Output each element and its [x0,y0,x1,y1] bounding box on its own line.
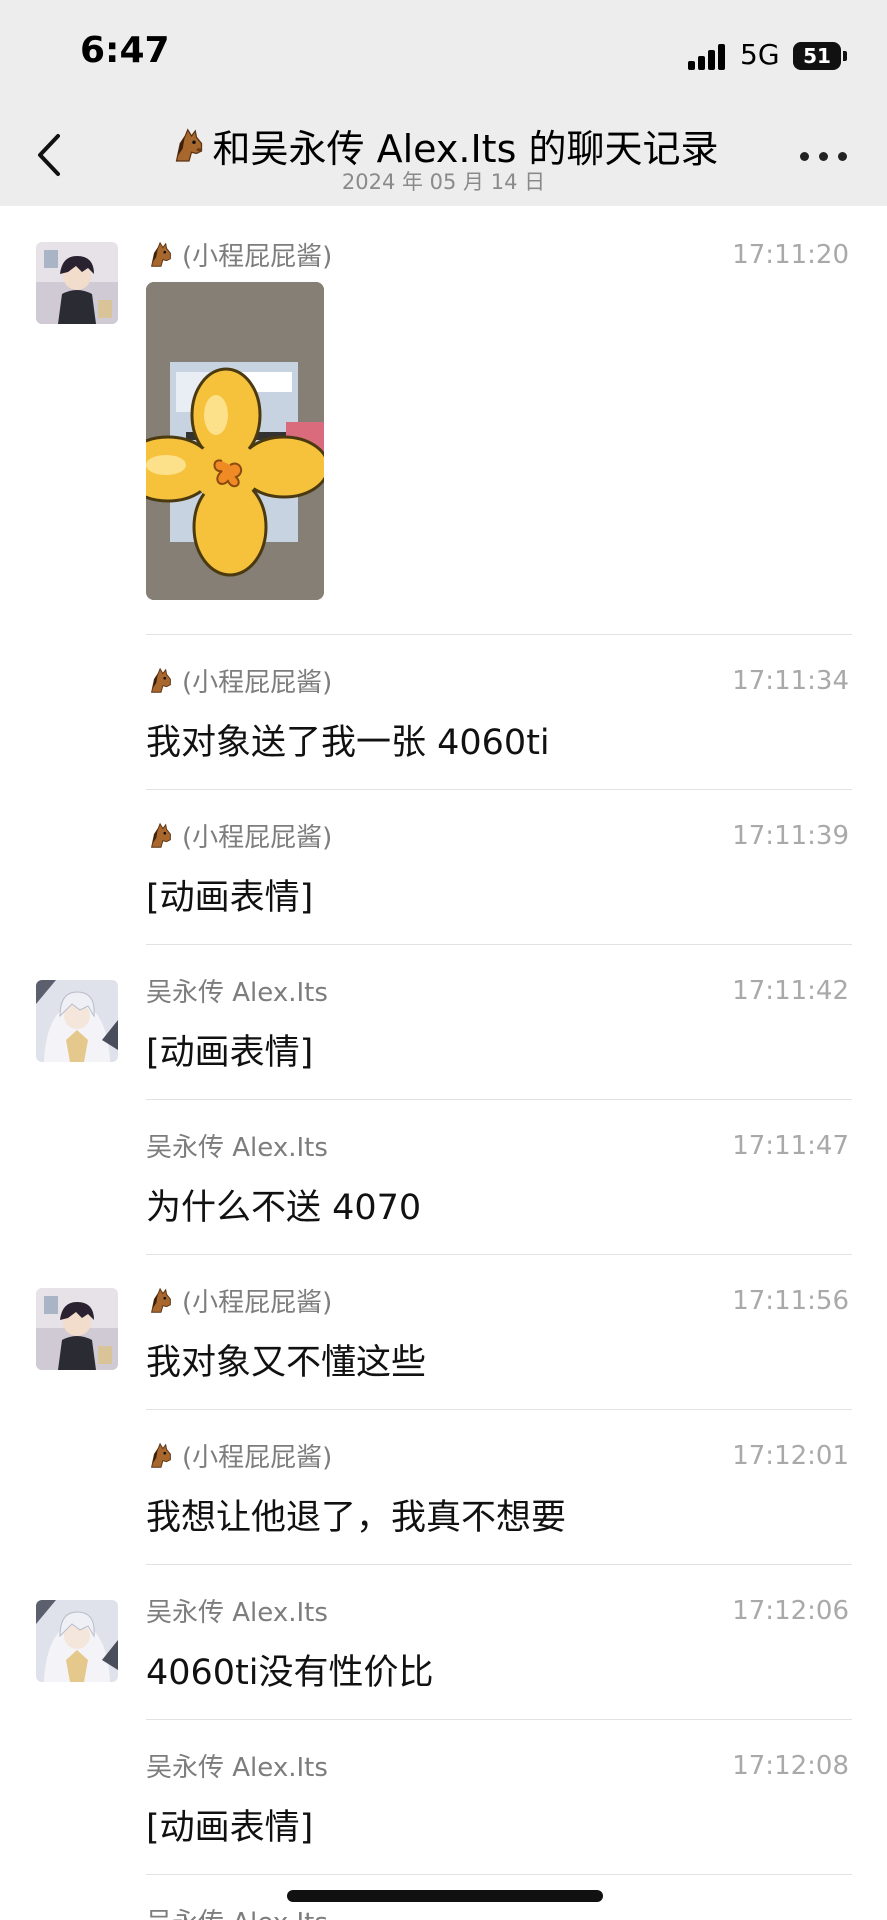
sender-label: (小程屁屁酱) [182,242,333,272]
battery-level: 51 [803,44,831,68]
status-time: 6:47 [80,30,170,71]
sender-label: 吴永传 Alex.Its [146,978,328,1008]
horse-face-icon [151,241,171,267]
sender-label: (小程屁屁酱) [182,1288,333,1318]
message-time: 17:12:06 [732,1596,849,1626]
sender-name: (小程屁屁酱) [146,1437,332,1474]
sender-label: 吴永传 Alex.Its [146,1902,328,1920]
header-bar: 6:47 5G 51 和吴永传 Alex.Its 的聊天记录 2024 年 05… [0,0,887,206]
chat-message: (小程屁屁酱) 17:12:01 我想让他退了，我真不想要 [0,1411,887,1566]
battery-icon: 51 [793,42,841,70]
message-time: 17:11:20 [732,240,849,270]
sender-label: 吴永传 Alex.Its [146,1753,328,1783]
message-divider [146,1719,852,1720]
message-time: 17:11:39 [732,821,849,851]
chat-message: (小程屁屁酱) 17:11:34 我对象送了我一张 4060ti [0,636,887,791]
message-text: 我对象送了我一张 4060ti [146,723,550,763]
sender-label: 吴永传 Alex.Its [146,1598,328,1628]
sender-name: (小程屁屁酱) [146,1282,332,1319]
chat-message: 吴永传 Alex.Its 17:12:08 [动画表情] [0,1721,887,1876]
avatar-anime-boy-image [36,1288,118,1370]
avatar[interactable] [36,1288,118,1370]
message-text: 4060ti没有性价比 [146,1653,434,1693]
home-indicator[interactable] [287,1890,603,1902]
message-divider [146,1254,852,1255]
sender-name: 吴永传 Alex.Its [146,1747,328,1784]
sender-label: 吴永传 Alex.Its [146,1133,328,1163]
horse-face-icon [151,822,171,848]
message-time: 17:11:42 [732,976,849,1006]
message-time: 17:12:08 [732,1751,849,1781]
package-photo-with-sticker [146,282,324,600]
avatar-anime-boy-image [36,242,118,324]
avatar[interactable] [36,242,118,324]
horse-face-icon [175,127,202,162]
message-divider [146,1099,852,1100]
message-text: 我想让他退了，我真不想要 [146,1498,567,1538]
photo-message[interactable] [146,282,324,600]
network-type: 5G [740,38,780,71]
sender-name: 吴永传 Alex.Its [146,1592,328,1629]
more-options-button[interactable] [800,148,848,164]
chat-message: (小程屁屁酱) 17:11:39 [动画表情] [0,791,887,946]
message-text: 为什么不送 4070 [146,1188,422,1228]
message-divider [146,944,852,945]
chat-message: (小程屁屁酱) 17:11:56 我对象又不懂这些 [0,1256,887,1411]
sender-label: (小程屁屁酱) [182,668,333,698]
sender-name: (小程屁屁酱) [146,236,332,273]
avatar[interactable] [36,1600,118,1682]
avatar-white-hair-character-image [36,980,118,1062]
message-divider [146,1874,852,1875]
message-text: [动画表情] [146,1033,314,1073]
message-time: 17:12:01 [732,1441,849,1471]
message-time: 17:11:56 [732,1286,849,1316]
message-divider [146,634,852,635]
horse-face-icon [151,1287,171,1313]
message-text: [动画表情] [146,878,314,918]
message-text: [动画表情] [146,1808,314,1848]
sender-name: (小程屁屁酱) [146,662,332,699]
chat-message: 吴永传 Alex.Its 17:11:47 为什么不送 4070 [0,1101,887,1256]
message-text: 我对象又不懂这些 [146,1343,427,1383]
sender-name: 吴永传 Alex.Its [146,1902,328,1920]
avatar-white-hair-character-image [36,1600,118,1682]
chat-message: (小程屁屁酱) 17:11:20 [0,206,887,636]
chat-message: 吴永传 Alex.Its 17:11:42 [动画表情] [0,946,887,1101]
more-dot-icon [838,152,847,161]
battery-tip [843,51,847,61]
more-dot-icon [800,152,809,161]
sender-label: (小程屁屁酱) [182,823,333,853]
message-time: 17:11:34 [732,666,849,696]
sender-label: (小程屁屁酱) [182,1443,333,1473]
message-divider [146,1409,852,1410]
chat-title-text: 和吴永传 Alex.Its 的聊天记录 [212,127,719,171]
horse-face-icon [151,1442,171,1468]
message-divider [146,1564,852,1565]
chat-date: 2024 年 05 月 14 日 [341,170,546,194]
sender-name: 吴永传 Alex.Its [146,1127,328,1164]
horse-face-icon [151,667,171,693]
chat-message: 吴永传 Alex.Its 17:12:06 4060ti没有性价比 [0,1566,887,1721]
message-time: 17:11:47 [732,1131,849,1161]
more-dot-icon [819,152,828,161]
message-divider [146,789,852,790]
sender-name: (小程屁屁酱) [146,817,332,854]
sender-name: 吴永传 Alex.Its [146,972,328,1009]
cellular-signal-icon [688,44,728,70]
avatar[interactable] [36,980,118,1062]
